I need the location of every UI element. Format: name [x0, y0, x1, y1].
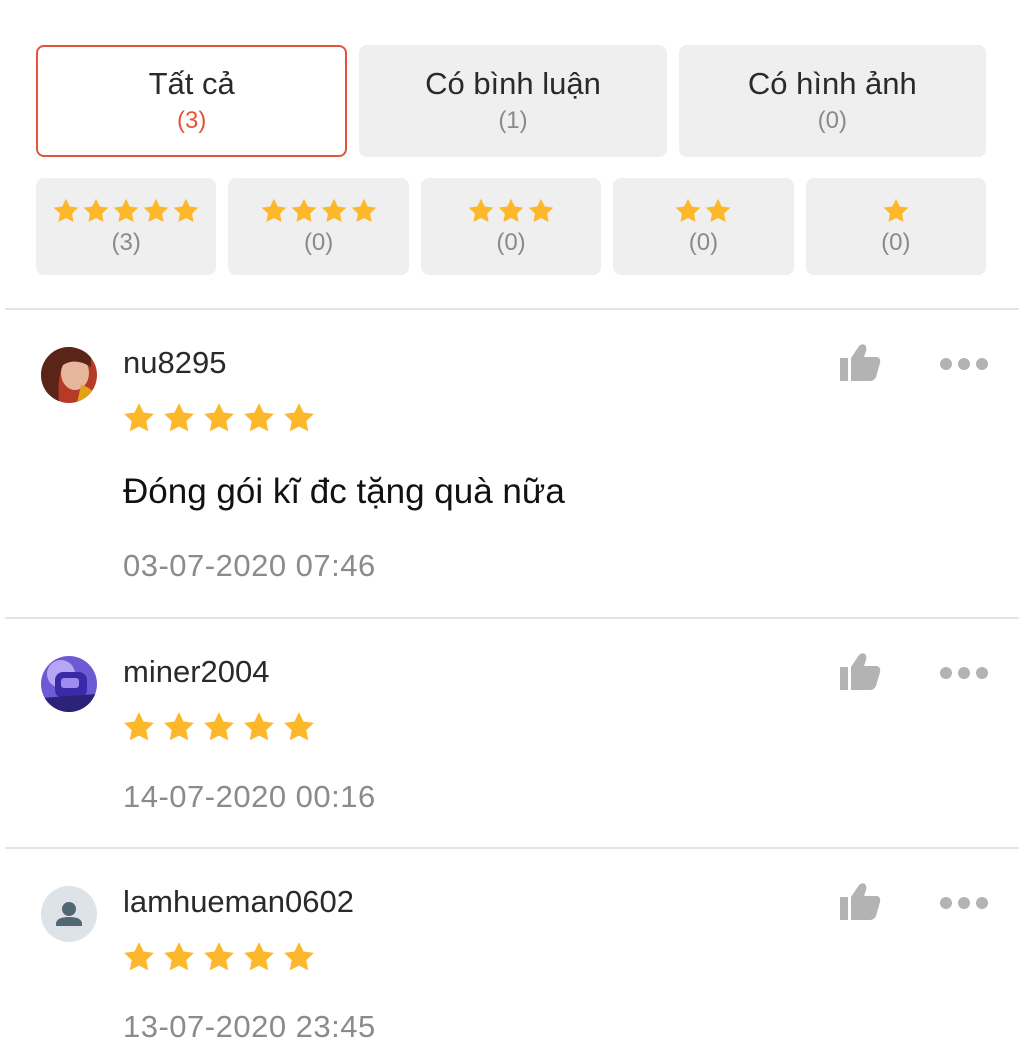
- star-filter-row: (3) (0) (0) (0) (0): [36, 178, 987, 275]
- star-icon: [284, 403, 314, 432]
- tab-all[interactable]: Tất cả (3): [36, 45, 348, 157]
- thumbs-up-icon[interactable]: [840, 882, 882, 922]
- filter-stars: [882, 195, 910, 227]
- tab-with-comments-label: Có bình luận: [425, 66, 601, 101]
- username: nu8295: [123, 345, 227, 380]
- star-icon: [124, 712, 154, 741]
- filter-3-stars-count: (0): [496, 228, 526, 256]
- star-icon: [173, 198, 199, 222]
- username: lamhueman0602: [123, 884, 354, 919]
- tab-with-images-label: Có hình ảnh: [747, 66, 917, 101]
- rating-stars: [122, 401, 316, 435]
- star-icon: [53, 198, 79, 222]
- filter-stars: [260, 195, 378, 227]
- filter-stars: [52, 195, 200, 227]
- review-item: miner2004 14-07-2020 00:16: [0, 619, 1024, 847]
- tab-all-count: (3): [176, 107, 207, 134]
- tab-with-images[interactable]: Có hình ảnh (0): [678, 45, 986, 157]
- star-icon: [164, 403, 194, 432]
- filter-stars: [674, 195, 732, 227]
- filter-1-star-count: (0): [881, 228, 911, 256]
- review-comment: Đóng gói kĩ đc tặng quà nữa: [123, 472, 565, 511]
- tab-with-comments-count: (1): [498, 107, 528, 134]
- thumbs-up-icon[interactable]: [840, 343, 882, 383]
- avatar[interactable]: [41, 656, 97, 712]
- star-icon: [244, 942, 274, 971]
- star-icon: [113, 198, 139, 222]
- star-icon: [468, 198, 494, 222]
- filter-4-stars[interactable]: (0): [228, 178, 409, 275]
- star-icon: [498, 198, 524, 222]
- tab-with-comments[interactable]: Có bình luận (1): [359, 45, 667, 157]
- filter-4-stars-count: (0): [303, 228, 334, 256]
- star-icon: [204, 403, 234, 432]
- review-item: lamhueman0602 13-07-2020 23:45: [0, 849, 1024, 1044]
- star-icon: [284, 942, 314, 971]
- star-icon: [124, 942, 154, 971]
- more-options-icon[interactable]: [940, 666, 988, 680]
- star-icon: [244, 403, 274, 432]
- rating-stars: [122, 710, 316, 744]
- star-icon: [351, 198, 376, 222]
- star-icon: [321, 198, 346, 222]
- more-options-icon[interactable]: [940, 357, 988, 371]
- star-icon: [244, 712, 274, 741]
- star-icon: [164, 712, 194, 741]
- filter-1-star[interactable]: (0): [805, 178, 987, 275]
- star-icon: [706, 198, 731, 222]
- star-icon: [143, 198, 169, 222]
- star-icon: [883, 198, 909, 222]
- more-options-icon[interactable]: [940, 896, 988, 910]
- filter-5-stars[interactable]: (3): [36, 178, 217, 275]
- star-icon: [261, 198, 286, 222]
- filter-stars: [467, 195, 555, 227]
- star-icon: [204, 942, 234, 971]
- review-filters: Tất cả (3) Có bình luận (1) Có hình ảnh …: [36, 45, 987, 275]
- filter-5-stars-count: (3): [111, 228, 141, 256]
- star-icon: [291, 198, 316, 222]
- tab-with-images-count: (0): [817, 107, 847, 134]
- filter-tab-row: Tất cả (3) Có bình luận (1) Có hình ảnh …: [36, 45, 986, 157]
- review-item: nu8295 Đóng gói kĩ đc tặng quà nữa 03-07…: [0, 310, 1024, 618]
- star-icon: [676, 198, 701, 222]
- filter-2-stars[interactable]: (0): [613, 178, 794, 275]
- star-icon: [204, 712, 234, 741]
- star-icon: [528, 198, 554, 222]
- user-icon[interactable]: [41, 886, 97, 942]
- review-date: 14-07-2020 00:16: [123, 779, 376, 814]
- star-icon: [124, 403, 154, 432]
- avatar[interactable]: [41, 347, 97, 403]
- star-icon: [284, 712, 314, 741]
- thumbs-up-icon[interactable]: [840, 652, 882, 692]
- username: miner2004: [123, 654, 270, 689]
- star-icon: [164, 942, 194, 971]
- tab-all-label: Tất cả: [148, 66, 235, 101]
- rating-stars: [122, 940, 316, 974]
- filter-3-stars[interactable]: (0): [420, 178, 602, 275]
- review-date: 03-07-2020 07:46: [123, 548, 376, 583]
- filter-2-stars-count: (0): [688, 228, 719, 256]
- review-date: 13-07-2020 23:45: [123, 1009, 376, 1044]
- star-icon: [83, 198, 109, 222]
